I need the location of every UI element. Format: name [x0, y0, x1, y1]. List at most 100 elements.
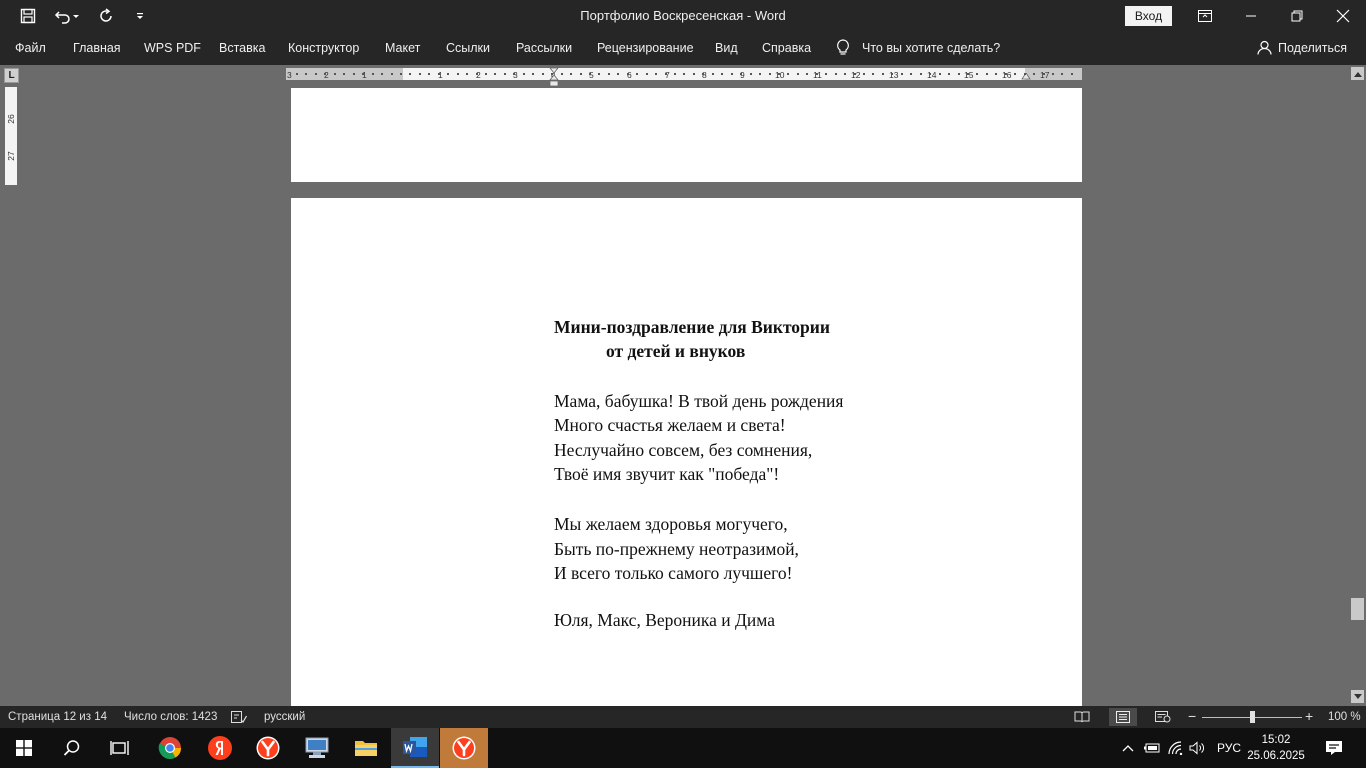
proofing-icon[interactable]: [231, 710, 247, 724]
poem-line[interactable]: И всего только самого лучшего!: [554, 561, 792, 586]
clock[interactable]: 15:02 25.06.2025: [1246, 732, 1306, 764]
tab-review[interactable]: Рецензирование: [597, 41, 694, 55]
previous-page[interactable]: [291, 88, 1082, 182]
ruler-dot: [1042, 73, 1045, 75]
save-button[interactable]: [18, 6, 38, 26]
ruler-dot: [343, 73, 346, 75]
ruler-dot: [1023, 73, 1026, 75]
web-layout-icon: [1155, 711, 1171, 723]
ruler-dot: [711, 73, 714, 75]
tell-me-text: Что вы хотите сделать?: [862, 40, 1001, 55]
tab-references[interactable]: Ссылки: [446, 41, 490, 55]
document-area[interactable]: L 3 2 1 1 2 3 4 5 6 7 8 9 10 11 12 13 14…: [0, 65, 1366, 706]
page-counter[interactable]: Страница 12 из 14: [8, 711, 107, 723]
share-button[interactable]: Поделиться: [1257, 40, 1347, 55]
redo-button[interactable]: [96, 6, 116, 26]
poem-line[interactable]: Мама, бабушка! В твой день рождения: [554, 389, 843, 414]
customize-qat-button[interactable]: [130, 6, 150, 26]
ruler-dot: [957, 73, 960, 75]
tab-help[interactable]: Справка: [762, 41, 811, 55]
tray-volume[interactable]: [1188, 728, 1208, 768]
search-button[interactable]: [48, 728, 96, 768]
taskbar-yandex[interactable]: [196, 728, 244, 768]
tell-me-box[interactable]: Что вы хотите сделать?: [836, 39, 1000, 56]
ruler-dot: [910, 73, 913, 75]
scroll-down-button[interactable]: [1351, 690, 1364, 703]
vertical-ruler[interactable]: 26 27: [5, 87, 17, 185]
tray-overflow-button[interactable]: [1118, 728, 1138, 768]
taskbar-chrome[interactable]: [146, 728, 194, 768]
taskbar-yandex-browser-active[interactable]: [440, 728, 488, 768]
ribbon-tabs: Файл Главная WPS PDF Вставка Конструктор…: [0, 32, 1366, 65]
scrollbar-thumb[interactable]: [1351, 598, 1364, 620]
zoom-out-button[interactable]: −: [1188, 708, 1196, 724]
ruler-dot: [674, 73, 676, 75]
sign-in-button[interactable]: Вход: [1125, 6, 1172, 26]
taskbar-word[interactable]: [391, 728, 439, 768]
ruler-dot: [532, 73, 535, 75]
taskbar-network-app[interactable]: [293, 728, 341, 768]
print-layout-button[interactable]: [1109, 708, 1137, 726]
tab-home[interactable]: Главная: [73, 41, 121, 55]
tab-mailings[interactable]: Рассылки: [516, 41, 572, 55]
zoom-level[interactable]: 100 %: [1328, 711, 1361, 723]
taskbar-file-explorer[interactable]: [342, 728, 390, 768]
ruler-tick: 17: [1040, 70, 1050, 80]
tab-selector-button[interactable]: L: [4, 68, 19, 83]
taskbar-yandex-browser[interactable]: [244, 728, 292, 768]
ruler-dot: [863, 73, 865, 75]
ruler-dot: [966, 73, 969, 75]
tab-file[interactable]: Файл: [15, 41, 46, 55]
doc-heading-line2[interactable]: от детей и внуков: [606, 339, 745, 364]
action-center-button[interactable]: [1320, 728, 1348, 768]
tray-wifi[interactable]: [1166, 728, 1186, 768]
scroll-up-button[interactable]: [1351, 67, 1364, 80]
poem-line[interactable]: Твоё имя звучит как "победа"!: [554, 462, 779, 487]
task-view-button[interactable]: [96, 728, 144, 768]
tab-layout[interactable]: Макет: [385, 41, 420, 55]
ruler-dot: [881, 73, 884, 75]
minimize-button[interactable]: [1228, 0, 1274, 32]
ruler-dot: [749, 73, 752, 75]
tray-battery[interactable]: [1142, 728, 1162, 768]
close-button[interactable]: [1320, 0, 1366, 32]
quick-access-toolbar: [18, 6, 150, 26]
vertical-scrollbar[interactable]: [1349, 65, 1366, 706]
poem-line[interactable]: Неслучайно совсем, без сомнения,: [554, 438, 812, 463]
ribbon-display-options-button[interactable]: [1182, 0, 1228, 32]
poem-line[interactable]: Быть по-прежнему неотразимой,: [554, 537, 799, 562]
ruler-dot: [466, 73, 469, 75]
doc-heading-line1[interactable]: Мини-поздравление для Виктории: [554, 315, 830, 340]
tab-wps-pdf[interactable]: WPS PDF: [144, 41, 201, 55]
zoom-in-button[interactable]: +: [1305, 708, 1313, 724]
restore-button[interactable]: [1274, 0, 1320, 32]
word-count[interactable]: Число слов: 1423: [124, 711, 217, 723]
zoom-slider-thumb[interactable]: [1249, 711, 1255, 723]
ruler-dot: [494, 73, 497, 75]
first-line-indent-marker[interactable]: [549, 68, 559, 87]
horizontal-ruler[interactable]: 3 2 1 1 2 3 4 5 6 7 8 9 10 11 12 13 14 1…: [286, 68, 1082, 87]
tab-insert[interactable]: Вставка: [219, 41, 265, 55]
poem-line[interactable]: Много счастья желаем и света!: [554, 413, 786, 438]
speaker-icon: [1189, 741, 1204, 755]
input-language[interactable]: РУС: [1212, 728, 1246, 768]
save-icon: [20, 8, 36, 24]
ruler-dot: [333, 73, 336, 75]
tab-view[interactable]: Вид: [715, 41, 738, 55]
right-indent-marker[interactable]: [1021, 73, 1031, 81]
ruler-dot: [995, 73, 998, 75]
minimize-icon: [1246, 15, 1256, 17]
tab-design[interactable]: Конструктор: [288, 41, 359, 55]
ruler-dot: [1052, 73, 1054, 75]
web-layout-button[interactable]: [1149, 708, 1177, 726]
read-mode-button[interactable]: [1068, 708, 1096, 726]
ruler-dot: [447, 73, 450, 75]
start-button[interactable]: [0, 728, 48, 768]
ruler-dot: [324, 73, 327, 75]
undo-button[interactable]: [52, 6, 82, 26]
poem-line[interactable]: Мы желаем здоровья могучего,: [554, 512, 788, 537]
ruler-dot: [976, 73, 979, 75]
lightbulb-icon: [837, 39, 849, 55]
doc-signature[interactable]: Юля, Макс, Вероника и Дима: [554, 608, 775, 633]
language-indicator[interactable]: русский: [264, 711, 305, 723]
